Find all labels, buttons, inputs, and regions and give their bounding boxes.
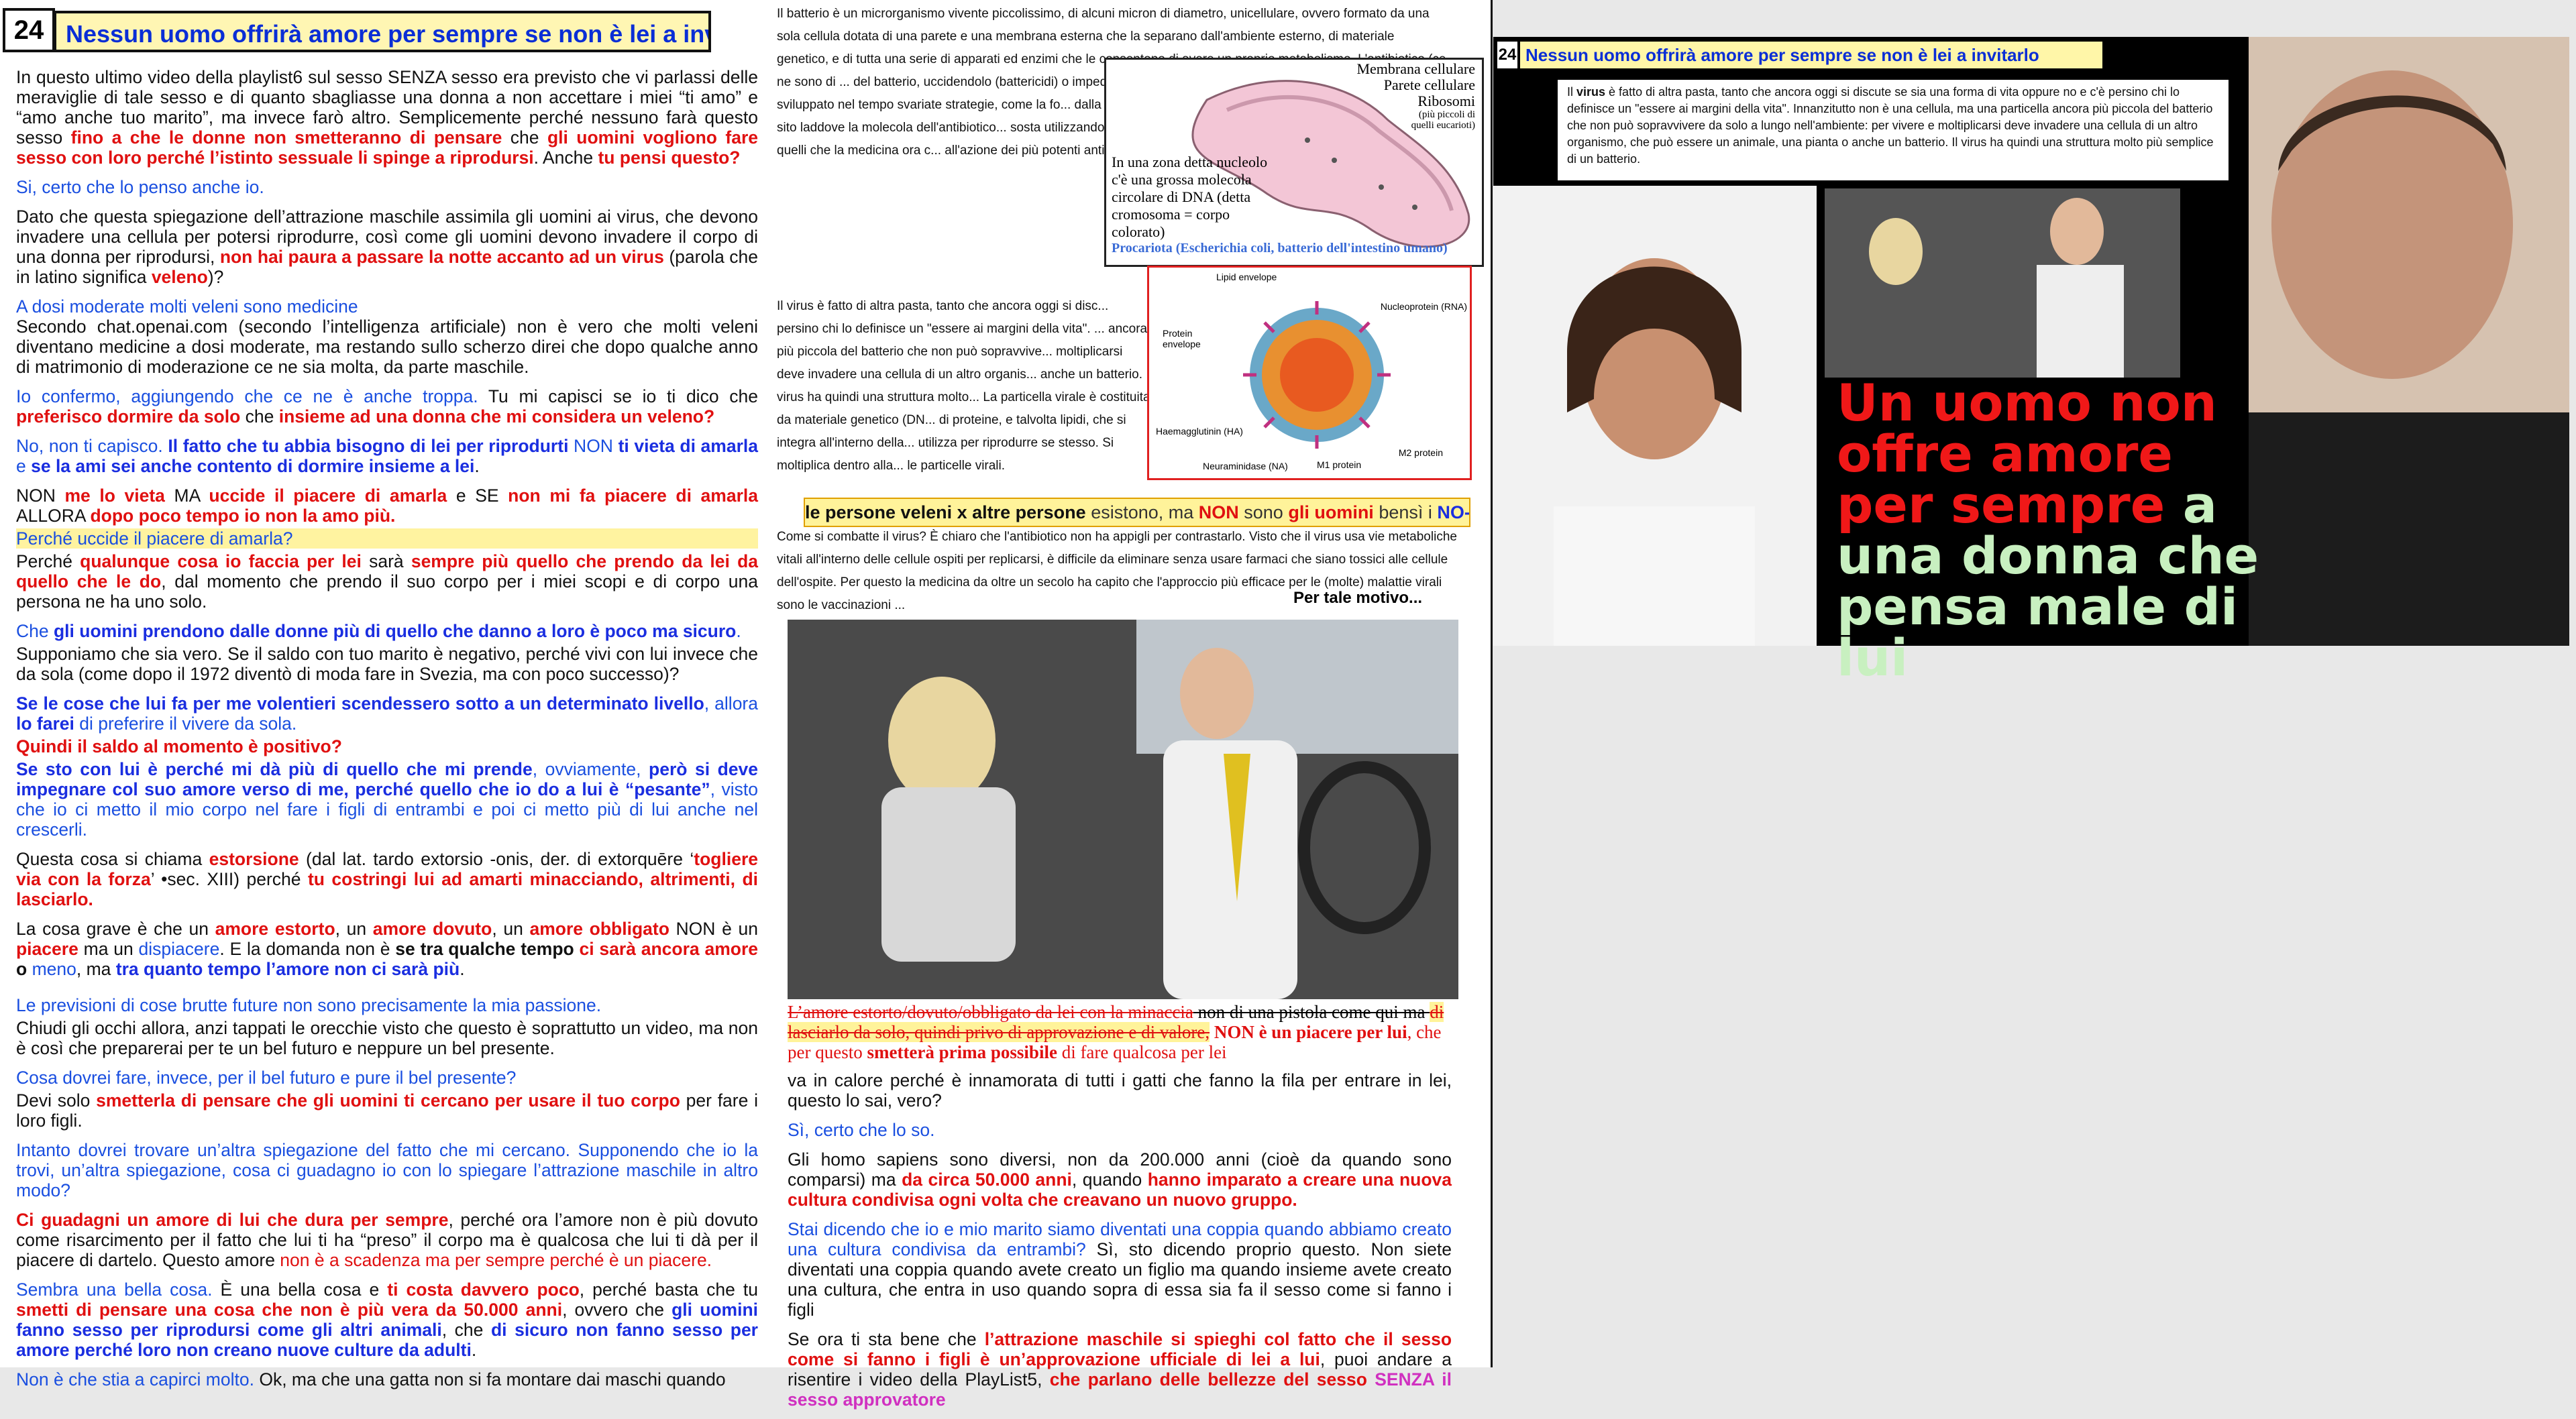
car-scene-illustration [788,620,1458,999]
label-ribosomi: Ribosomi [1417,93,1475,109]
question: Intanto dovrei trovare un’altra spiegazi… [16,1140,758,1200]
question: Le previsioni di cose brutte future non … [16,995,602,1015]
paragraph: Sembra una bella cosa. È una bella cosa … [16,1280,759,1360]
video-virus-text: Il virus è fatto di altra pasta, tanto c… [1558,80,2229,180]
question: Cosa dovrei fare, invece, per il bel fut… [16,1068,517,1088]
strikethrough-note: L’amore estorto/dovuto/obbligato da lei … [788,1002,1444,1062]
label-nucleolo: In una zona detta nucleolo c'è una gross… [1112,154,1268,240]
paragraph: Supponiamo che sia vero. Se il saldo con… [16,644,758,684]
label-ribosomi-note: (più piccoli di quelli eucarioti) [1411,109,1475,131]
virus-illustration [1243,301,1391,449]
col2-text: va in calore perché è innamorata di tutt… [788,1070,1452,1419]
video-title: Nessun uomo offrirà amore per sempre se … [1520,42,2102,68]
video-caption: Un uomo non offre amore per sempre a una… [1837,373,2259,687]
paragraph: Dato che questa spiegazione dell’attrazi… [16,207,758,287]
virus-figure: Lipid envelope Nucleoprotein (RNA) Prote… [1147,266,1472,480]
car-scene-image [788,620,1458,999]
bacterium-caption: Procariota (Escherichia coli, batterio d… [1112,241,1448,256]
paragraph: Gli homo sapiens sono diversi, non da 20… [788,1149,1452,1210]
question: Sì, certo che lo so. [788,1120,935,1140]
paragraph: No, non ti capisco. Il fatto che tu abbi… [16,436,758,476]
question: Perché uccide il piacere di amarla? [16,528,758,549]
paragraph: La cosa grave è che un amore estorto, un… [16,919,758,979]
document-page: 24 Nessun uomo offrirà amore per sempre … [0,0,1493,1410]
paragraph: Secondo chat.openai.com (secondo l’intel… [16,317,758,377]
question: Che gli uomini prendono dalle donne più … [16,621,741,641]
paragraph: Se ora ti sta bene che l’attrazione masc… [788,1329,1452,1410]
paragraph: Se le cose che lui fa per me volentieri … [16,693,758,734]
paragraph: Ci guadagni un amore di lui che dura per… [16,1210,758,1270]
paragraph: Perché qualunque cosa io faccia per lei … [16,551,758,612]
virus-text: Il virus è fatto di altra pasta, tanto c… [777,299,1152,473]
question: Si, certo che lo penso anche io. [16,177,264,197]
video-frame: 24 Nessun uomo offrirà amore per sempre … [1493,37,2569,683]
video-slide-number: 24 [1497,42,1517,68]
left-column: In questo ultimo video della playlist6 s… [16,67,758,1399]
question: A dosi moderate molti veleni sono medici… [16,296,358,317]
question: Quindi il saldo al momento è positivo? [16,736,342,756]
paragraph: Devi solo smetterla di pensare che gli u… [16,1090,758,1131]
paragraph: Io confermo, aggiungendo che ce ne è anc… [16,386,759,427]
paragraph: Non è che stia a capirci molto. Ok, ma c… [16,1369,726,1389]
label-parete: Parete cellulare [1383,76,1475,93]
paragraph: Questa cosa si chiama estorsione (dal la… [16,849,758,909]
per-tale-motivo: Per tale motivo... [1293,589,1423,608]
slide-number: 24 [3,8,55,52]
paragraph: Chiudi gli occhi allora, anzi tappati le… [16,1018,758,1058]
bacterium-figure: Membrana cellulare Parete cellulare Ribo… [1104,58,1484,267]
paragraph: Stai dicendo che io e mio marito siamo d… [788,1219,1452,1320]
paragraph: Se sto con lui è perché mi dà più di que… [16,759,759,840]
paragraph: va in calore perché è innamorata di tutt… [788,1070,1452,1111]
label-membrana: Membrana cellulare [1356,60,1475,77]
page-title: Nessun uomo offrirà amore per sempre se … [54,11,711,52]
paragraph: NON me lo vieta MA uccide il piacere di … [16,486,759,526]
paragraph: In questo ultimo video della playlist6 s… [16,67,758,168]
no-vax-banner: le persone veleni x altre persone esisto… [804,498,1470,527]
